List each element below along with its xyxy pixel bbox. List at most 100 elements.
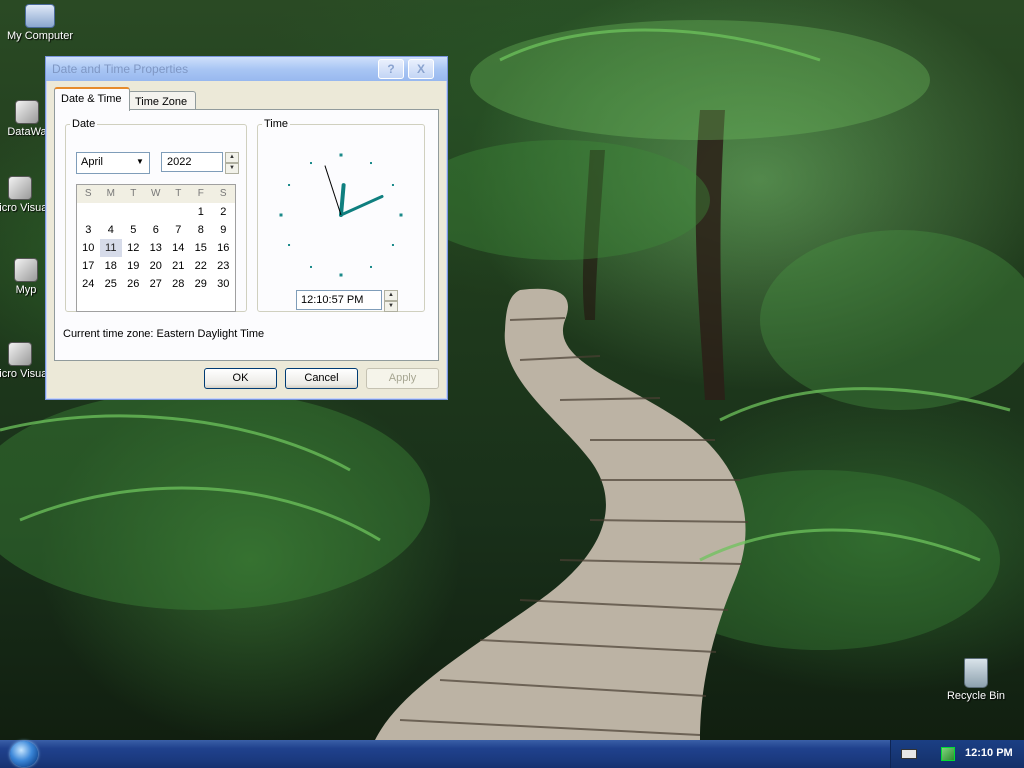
calendar-weekday: T [175, 188, 182, 199]
calendar-weekday: W [151, 188, 161, 199]
calendar-day[interactable]: 15 [190, 239, 213, 257]
time-spinner[interactable]: ▲ ▼ [384, 290, 398, 312]
application-icon [8, 176, 32, 200]
calendar-day[interactable]: 16 [212, 239, 235, 257]
cancel-button[interactable]: Cancel [285, 368, 358, 389]
calendar-day[interactable]: 20 [145, 257, 168, 275]
calendar-day[interactable]: 23 [212, 257, 235, 275]
clock-tick [370, 162, 372, 165]
desktop-icon-label: Micro Visual [0, 202, 50, 214]
time-input[interactable]: 12:10:57 PM [296, 290, 382, 310]
calendar-weekday: S [219, 188, 227, 199]
taskbar: 12:10 PM [0, 740, 1024, 768]
time-group: Time 12:10:57 PM ▲ ▼ [257, 118, 425, 312]
apply-button[interactable]: Apply [366, 368, 439, 389]
calendar-empty-cell [122, 203, 145, 221]
calendar-day[interactable]: 10 [77, 239, 100, 257]
year-spinner[interactable]: ▲ ▼ [225, 152, 239, 174]
network-icon[interactable] [941, 747, 955, 761]
keyboard-icon[interactable] [901, 749, 917, 759]
spin-down-icon[interactable]: ▼ [225, 163, 239, 174]
calendar-day[interactable]: 9 [212, 221, 235, 239]
tab-panel-date-time: Date April ▼ 2022 ▲ ▼ SMTWTFS 1234567891… [54, 109, 439, 361]
desktop-icon-label: My Computer [6, 30, 74, 42]
spin-up-icon[interactable]: ▲ [384, 290, 398, 301]
calendar-day[interactable]: 17 [77, 257, 100, 275]
calendar-days: 1 2 3 4 5 6 7 8 9 10 11 12 13 14 15 16 17 18 19 20 21 22 23 24 2… [77, 203, 235, 293]
calendar-day[interactable]: 18 [100, 257, 123, 275]
application-icon [8, 342, 32, 366]
spin-down-icon[interactable]: ▼ [384, 301, 398, 312]
year-input[interactable]: 2022 [161, 152, 223, 172]
calendar-day[interactable]: 7 [167, 221, 190, 239]
calendar-weekday: T [130, 188, 137, 199]
calendar-weekday: F [197, 188, 204, 199]
calendar-weekday: M [106, 188, 115, 199]
clock-tick [310, 265, 312, 268]
calendar-day[interactable]: 19 [122, 257, 145, 275]
clock-tick [288, 244, 291, 246]
calendar-day[interactable]: 27 [145, 275, 168, 293]
help-button[interactable]: ? [378, 59, 404, 79]
calendar-day[interactable]: 12 [122, 239, 145, 257]
calendar-empty-cell [100, 203, 123, 221]
close-button[interactable]: X [408, 59, 434, 79]
clock-tick [391, 184, 394, 186]
analog-clock [279, 153, 403, 277]
desktop-icon-recycle-bin[interactable]: Recycle Bin [937, 658, 1015, 702]
desktop-icon-micro-visual-1[interactable]: Micro Visual [0, 176, 50, 214]
calendar-day[interactable]: 26 [122, 275, 145, 293]
calendar-day[interactable]: 14 [167, 239, 190, 257]
clock-tick [399, 213, 403, 217]
time-group-label: Time [264, 118, 289, 130]
calendar-day[interactable]: 24 [77, 275, 100, 293]
calendar-day[interactable]: 21 [167, 257, 190, 275]
chevron-down-icon[interactable]: ▼ [132, 154, 148, 170]
calendar-day[interactable]: 22 [190, 257, 213, 275]
desktop-icon-micro-visual-2[interactable]: Micro Visual [0, 342, 50, 380]
calendar-day[interactable]: 2 [212, 203, 235, 221]
calendar-day[interactable]: 28 [167, 275, 190, 293]
dialog-titlebar[interactable]: Date and Time Properties ? X [46, 57, 447, 81]
close-icon: X [416, 62, 425, 76]
help-icon: ? [387, 62, 395, 76]
calendar-day[interactable]: 6 [145, 221, 168, 239]
calendar-day[interactable]: 5 [122, 221, 145, 239]
taskbar-clock[interactable]: 12:10 PM [965, 747, 1013, 759]
system-tray: 12:10 PM [890, 740, 1024, 768]
calendar-day[interactable]: 1 [190, 203, 213, 221]
clock-second-hand [324, 165, 342, 216]
calendar-day[interactable]: 13 [145, 239, 168, 257]
tab-date-time[interactable]: Date & Time [54, 87, 130, 111]
date-group-label: Date [72, 118, 96, 130]
ok-button[interactable]: OK [204, 368, 277, 389]
current-time-zone-text: Current time zone: Eastern Daylight Time [63, 328, 265, 340]
clock-tick [288, 184, 291, 186]
month-calendar[interactable]: SMTWTFS 1 2 3 4 5 6 7 8 9 10 11 12 13 14 15 16 17 18 19 20 2… [76, 184, 236, 312]
calendar-day[interactable]: 11 [99, 239, 122, 257]
spin-up-icon[interactable]: ▲ [225, 152, 239, 163]
computer-icon [25, 4, 55, 28]
calendar-weekday: S [84, 188, 92, 199]
calendar-day[interactable]: 8 [190, 221, 213, 239]
calendar-day[interactable]: 3 [77, 221, 100, 239]
calendar-day[interactable]: 29 [190, 275, 213, 293]
calendar-empty-cell [77, 203, 100, 221]
calendar-day[interactable]: 30 [212, 275, 235, 293]
calendar-day[interactable]: 4 [100, 221, 123, 239]
desktop-icon-my-computer[interactable]: My Computer [1, 4, 79, 42]
clock-tick [339, 273, 343, 277]
recycle-bin-icon [964, 658, 988, 688]
desktop-icon-label: Micro Visual [0, 368, 50, 380]
calendar-empty-cell [167, 203, 190, 221]
start-button[interactable] [10, 741, 38, 767]
clock-tick [370, 265, 372, 268]
clock-hour-hand [339, 183, 346, 217]
year-value: 2022 [167, 156, 192, 168]
month-dropdown[interactable]: April ▼ [76, 152, 150, 174]
clock-tick [310, 162, 312, 165]
calendar-day[interactable]: 25 [100, 275, 123, 293]
month-value: April [81, 156, 104, 168]
clock-tick [339, 153, 343, 157]
time-value: 12:10:57 PM [301, 294, 364, 306]
